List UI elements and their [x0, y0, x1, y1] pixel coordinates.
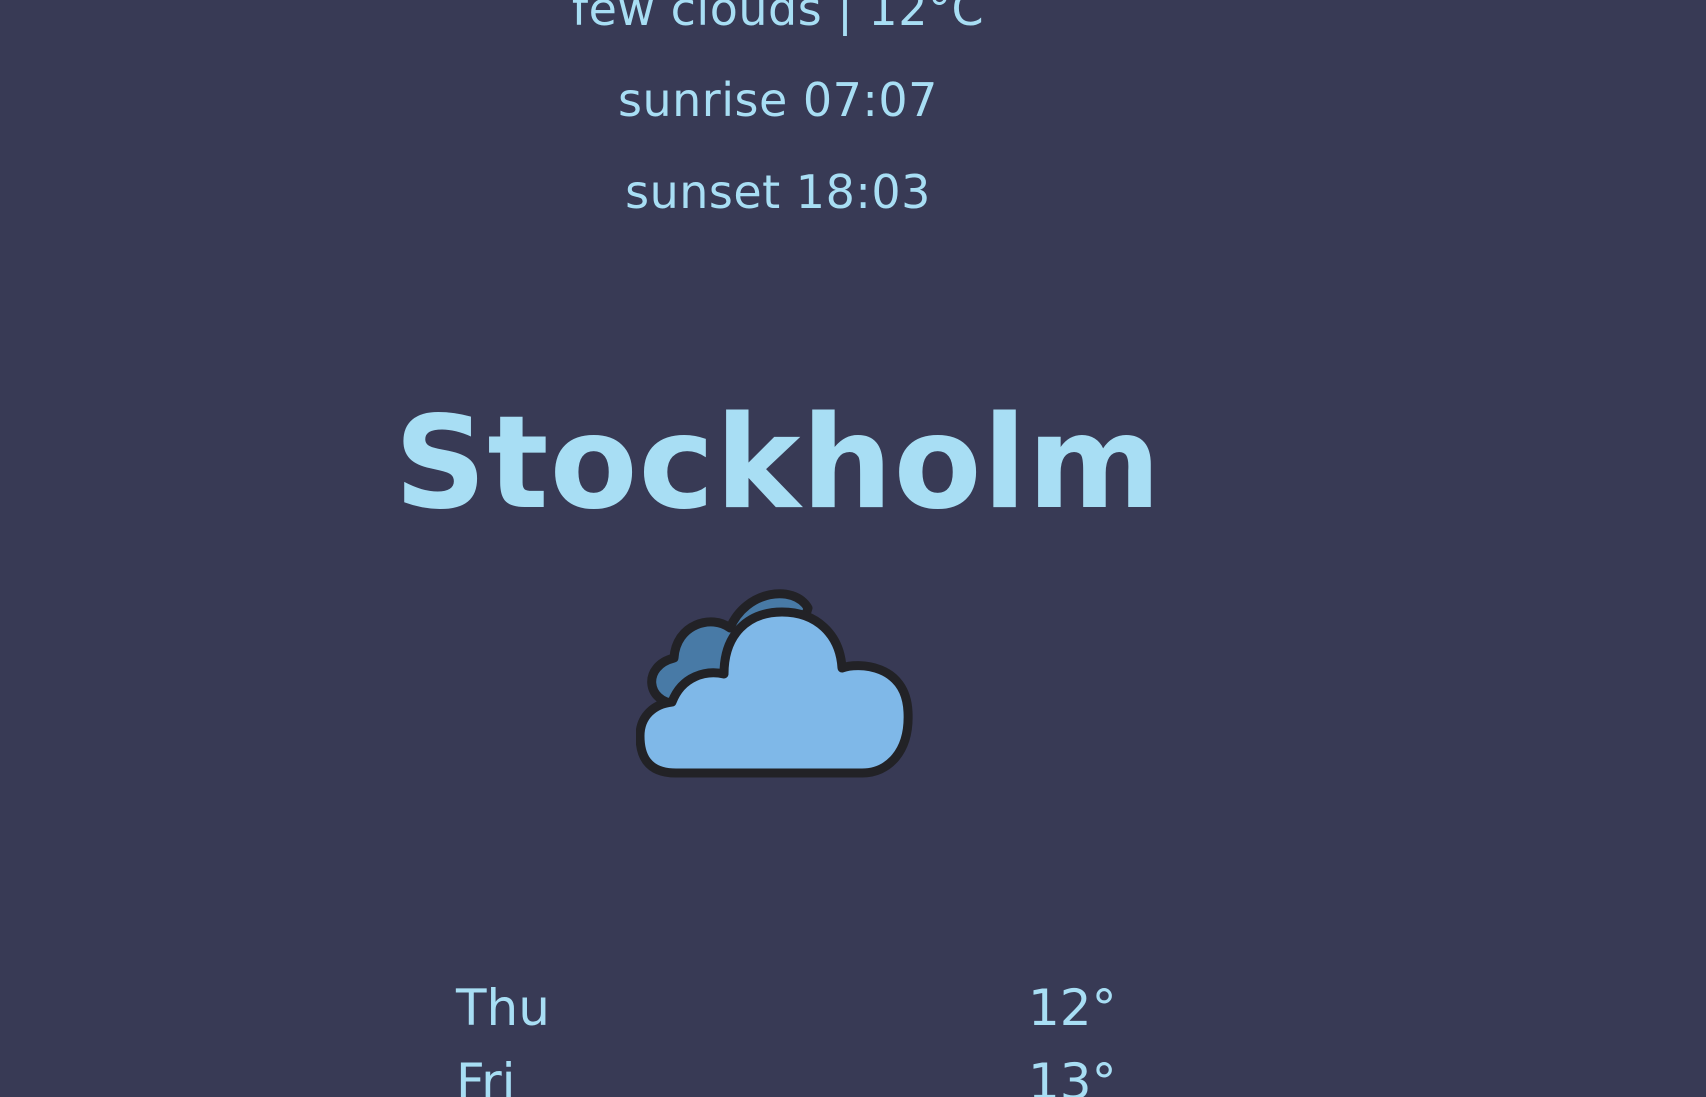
forecast-temp: 12° [1028, 979, 1117, 1037]
forecast-row: Thu 12° [456, 976, 1117, 1040]
city-name: Stockholm [394, 389, 1162, 538]
forecast-temp: 13° [1028, 1053, 1117, 1097]
sunset-text: sunset 18:03 [625, 165, 931, 219]
forecast-row: Fri 13° [456, 1050, 1117, 1097]
few-clouds-icon [636, 589, 913, 778]
sunrise-text: sunrise 07:07 [618, 73, 938, 127]
forecast-day: Thu [456, 979, 550, 1037]
current-condition-text: few clouds | 12°C [571, 0, 985, 36]
forecast-day: Fri [456, 1053, 516, 1097]
weather-page: few clouds | 12°C sunrise 07:07 sunset 1… [0, 0, 1706, 1097]
